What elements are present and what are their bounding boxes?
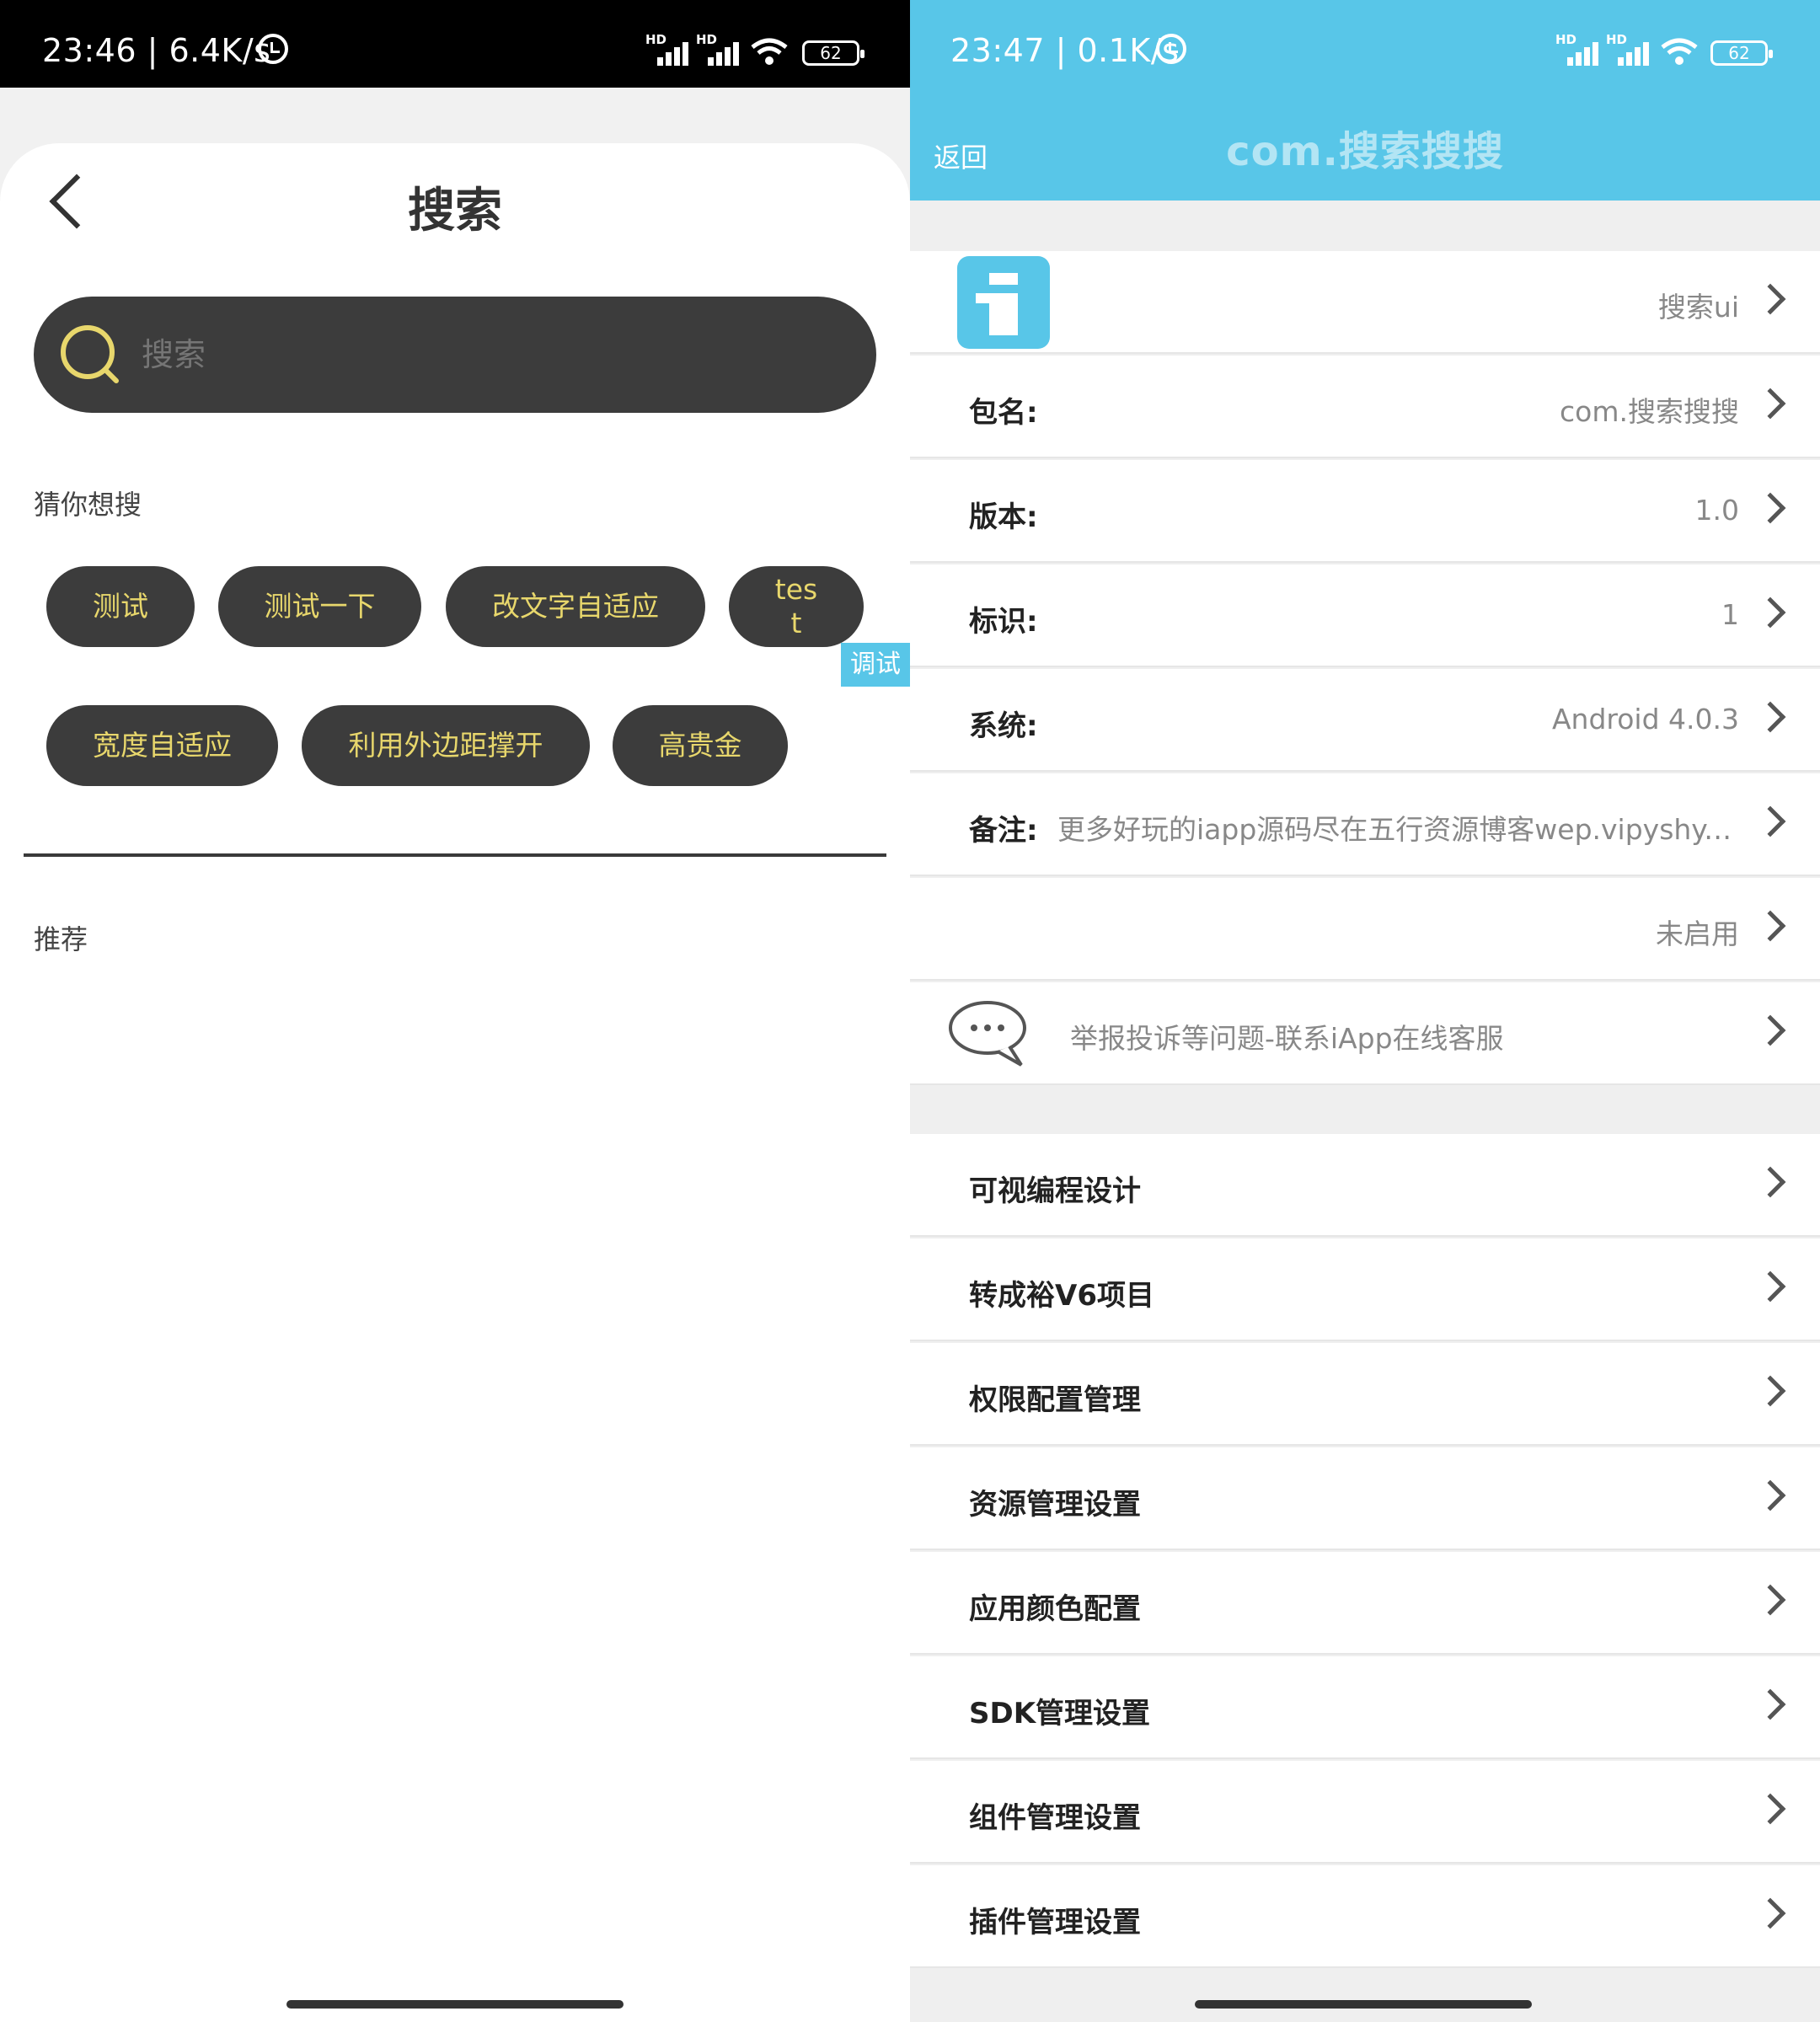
signal-icon: HD <box>1606 32 1653 66</box>
chevron-right-icon <box>1754 1166 1786 1198</box>
search-card <box>0 143 910 2022</box>
row-label: 版本: <box>969 500 1038 534</box>
search-screen: 23:46 | 6.4K/s HD HD 62 搜索 猜你想搜 测试 测试一下 … <box>0 0 910 2022</box>
suggest-chip[interactable]: 宽度自适应 <box>46 705 278 786</box>
wifi-icon <box>1661 38 1698 65</box>
alarm-icon <box>1156 34 1186 64</box>
chevron-right-icon <box>1754 492 1786 524</box>
status-row[interactable]: 未启用 <box>910 878 1820 981</box>
app-icon <box>957 256 1050 349</box>
menu-item-colors[interactable]: 应用颜色配置 <box>910 1552 1820 1655</box>
status-time: 23:47 | 0.1K/s <box>950 32 1180 69</box>
menu-item-convert-v6[interactable]: 转成裕V6项目 <box>910 1238 1820 1341</box>
menu-label: 资源管理设置 <box>969 1488 1141 1522</box>
app-bar: 返回 com.搜索搜搜 <box>910 88 1820 201</box>
package-row[interactable]: 包名: com.搜索搜搜 <box>910 356 1820 458</box>
menu-item-sdk[interactable]: SDK管理设置 <box>910 1656 1820 1759</box>
chat-bubble-icon <box>949 1001 1026 1067</box>
menu-item-components[interactable]: 组件管理设置 <box>910 1761 1820 1864</box>
row-label: 标识: <box>969 605 1038 639</box>
row-value: 未启用 <box>1656 917 1739 950</box>
chevron-right-icon <box>1754 1897 1786 1929</box>
wifi-icon <box>751 38 788 65</box>
chevron-right-icon <box>1754 1270 1786 1303</box>
status-time: 23:46 | 6.4K/s <box>42 32 271 69</box>
alarm-icon <box>258 34 288 64</box>
chevron-right-icon <box>1754 1375 1786 1407</box>
signal-icon: HD <box>1555 32 1603 66</box>
menu-item-plugins[interactable]: 插件管理设置 <box>910 1865 1820 1968</box>
menu-label: 转成裕V6项目 <box>969 1279 1154 1313</box>
menu-item-permissions[interactable]: 权限配置管理 <box>910 1343 1820 1446</box>
report-row[interactable]: 举报投诉等问题-联系iApp在线客服 <box>910 982 1820 1085</box>
note-row[interactable]: 备注: 更多好玩的iapp源码尽在五行资源博客wep.vipyshy.c... <box>910 773 1820 876</box>
row-value: 1.0 <box>1694 494 1739 527</box>
app-name-row[interactable]: 搜索ui <box>910 251 1820 354</box>
menu-label: 组件管理设置 <box>969 1801 1141 1835</box>
suggest-chip[interactable]: 改文字自适应 <box>446 566 705 647</box>
suggest-chip[interactable]: 测试一下 <box>218 566 421 647</box>
system-row[interactable]: 系统: Android 4.0.3 <box>910 669 1820 772</box>
chevron-right-icon <box>1754 283 1786 315</box>
search-input[interactable] <box>142 327 832 382</box>
page-title: com.搜索搜搜 <box>1226 128 1504 175</box>
menu-item-visual-programming[interactable]: 可视编程设计 <box>910 1134 1820 1237</box>
suggest-chip[interactable]: 高贵金 <box>613 705 788 786</box>
menu-label: 应用颜色配置 <box>969 1592 1141 1626</box>
divider <box>24 853 886 857</box>
chevron-right-icon <box>1754 805 1786 837</box>
suggest-chip[interactable]: 利用外边距撑开 <box>302 705 590 786</box>
suggest-chip[interactable]: tes t <box>729 566 864 647</box>
search-bar[interactable] <box>34 297 876 413</box>
status-bar: 23:47 | 0.1K/s HD HD 62 <box>910 0 1820 88</box>
signal-icon: HD <box>696 32 743 66</box>
suggest-chip[interactable]: 测试 <box>46 566 195 647</box>
menu-item-resources[interactable]: 资源管理设置 <box>910 1447 1820 1550</box>
home-indicator[interactable] <box>286 2000 624 2009</box>
chevron-right-icon <box>1754 1793 1786 1825</box>
identifier-row[interactable]: 标识: 1 <box>910 564 1820 667</box>
menu-label: SDK管理设置 <box>969 1697 1151 1730</box>
app-name-value: 搜索ui <box>1657 291 1739 324</box>
chevron-right-icon <box>1754 701 1786 733</box>
chevron-right-icon <box>1754 1479 1786 1511</box>
chevron-right-icon <box>1754 388 1786 420</box>
suggest-label: 猜你想搜 <box>34 489 142 521</box>
page-title: 搜索 <box>408 184 502 238</box>
recommend-label: 推荐 <box>34 923 88 955</box>
row-value: Android 4.0.3 <box>1551 703 1739 736</box>
report-text: 举报投诉等问题-联系iApp在线客服 <box>1070 1022 1504 1055</box>
chevron-right-icon <box>1754 1688 1786 1720</box>
chevron-right-icon <box>1754 1584 1786 1616</box>
chevron-right-icon <box>1754 596 1786 629</box>
menu-label: 可视编程设计 <box>969 1174 1141 1208</box>
chevron-right-icon <box>1754 1014 1786 1046</box>
row-label: 备注: <box>969 814 1038 848</box>
status-bar: 23:46 | 6.4K/s HD HD 62 <box>0 0 910 88</box>
signal-icon: HD <box>645 32 693 66</box>
battery-icon: 62 <box>802 40 864 66</box>
project-settings-screen: 23:47 | 0.1K/s HD HD 62 返回 com.搜索搜搜 搜索ui… <box>910 0 1820 2022</box>
row-value: 更多好玩的iapp源码尽在五行资源博客wep.vipyshy.c... <box>1057 813 1739 846</box>
row-label: 系统: <box>969 709 1038 743</box>
row-value: com.搜索搜搜 <box>1560 395 1739 428</box>
row-label: 包名: <box>969 396 1038 430</box>
battery-icon: 62 <box>1710 40 1773 66</box>
row-value: 1 <box>1721 598 1739 631</box>
menu-label: 权限配置管理 <box>969 1383 1141 1417</box>
debug-tag[interactable]: 调试 <box>841 643 910 687</box>
menu-label: 插件管理设置 <box>969 1906 1141 1939</box>
search-icon <box>61 325 119 383</box>
version-row[interactable]: 版本: 1.0 <box>910 460 1820 563</box>
chevron-right-icon <box>1754 910 1786 942</box>
home-indicator[interactable] <box>1195 2000 1532 2009</box>
